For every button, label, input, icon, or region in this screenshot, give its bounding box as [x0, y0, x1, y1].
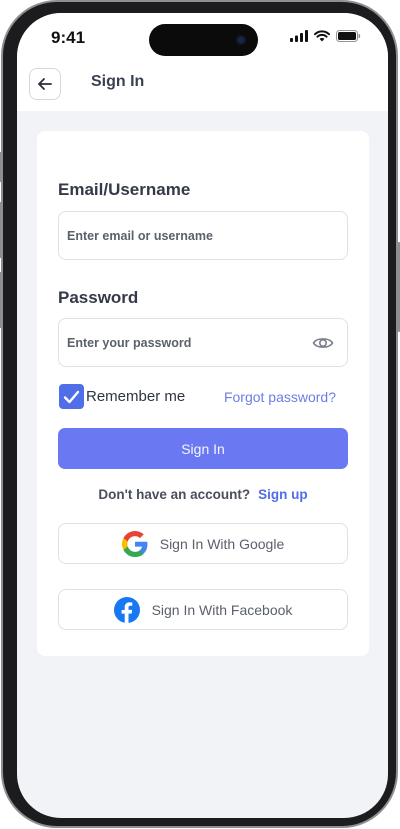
email-field-box	[58, 211, 348, 260]
dynamic-island	[149, 24, 258, 56]
status-icons	[290, 30, 361, 42]
volume-down-button	[0, 272, 2, 328]
google-sign-in-button[interactable]: Sign In With Google	[58, 523, 348, 564]
password-field[interactable]	[59, 319, 347, 366]
signal-icon	[290, 30, 308, 42]
phone-frame: 9:41 Sign In Email/Username Enter email …	[0, 0, 400, 828]
action-button	[0, 152, 2, 182]
eye-icon	[312, 338, 334, 348]
screen: 9:41 Sign In Email/Username Enter email …	[17, 13, 388, 818]
remember-row: Remember me Forgot password?	[58, 384, 348, 410]
remember-label: Remember me	[86, 388, 186, 405]
sign-in-button[interactable]: Sign In	[58, 428, 348, 469]
signup-row: Don't have an account? Sign up	[37, 487, 369, 502]
page-title: Sign In	[91, 73, 145, 90]
arrow-left-icon	[38, 78, 52, 90]
status-bar: 9:41	[17, 13, 388, 63]
signup-prompt: Don't have an account?	[98, 487, 251, 502]
volume-up-button	[0, 202, 2, 258]
remember-checkbox[interactable]	[59, 384, 84, 409]
sign-in-card: Email/Username Password	[37, 131, 369, 656]
facebook-sign-in-button[interactable]: Sign In With Facebook	[58, 589, 348, 630]
email-label: Email/Username	[58, 180, 191, 199]
password-label: Password	[58, 288, 139, 307]
camera-icon	[236, 35, 246, 45]
password-field-box	[58, 318, 348, 367]
back-button[interactable]	[29, 68, 61, 100]
battery-icon	[336, 30, 361, 42]
facebook-icon	[113, 596, 140, 623]
sign-up-link[interactable]: Sign up	[258, 487, 308, 502]
status-time: 9:41	[51, 28, 86, 47]
checkmark-icon	[63, 390, 80, 403]
wifi-icon	[314, 30, 330, 42]
google-icon	[121, 530, 148, 557]
forgot-password-link[interactable]: Forgot password?	[224, 389, 336, 405]
google-button-label: Sign In With Google	[159, 535, 285, 552]
app-header: Sign In	[17, 63, 388, 111]
facebook-button-label: Sign In With Facebook	[151, 601, 293, 618]
email-field[interactable]	[59, 212, 347, 259]
show-password-toggle[interactable]	[311, 332, 335, 354]
